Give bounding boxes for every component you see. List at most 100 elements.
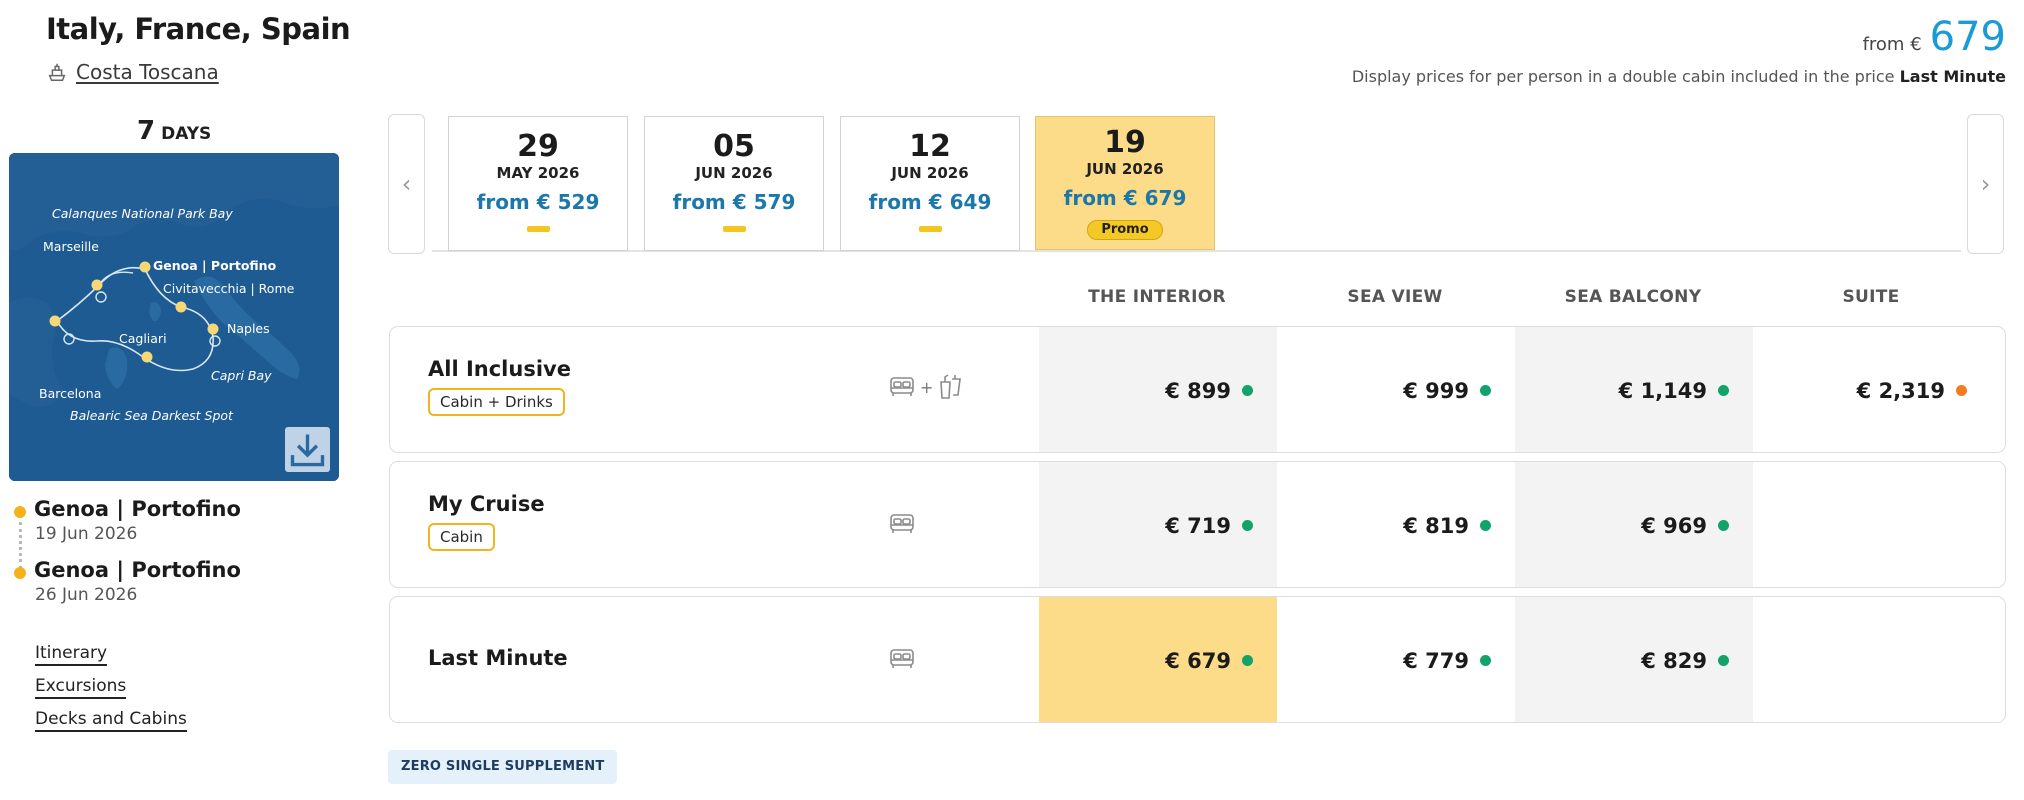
departure-port-name: Genoa | Portofino <box>34 497 241 521</box>
cabin-price: € 969 <box>1641 513 1707 538</box>
map-download-button[interactable] <box>285 427 330 472</box>
date-price: from € 649 <box>868 190 992 214</box>
availability-dot <box>1480 655 1491 666</box>
price-cell-sea-balcony[interactable]: € 969 <box>1515 462 1753 587</box>
duration-number: 7 <box>137 116 156 146</box>
link-decks-and-cabins[interactable]: Decks and Cabins <box>35 709 187 732</box>
price-cell-interior[interactable]: € 719 <box>1039 462 1277 587</box>
date-price: from € 579 <box>672 190 796 214</box>
carousel-prev-button[interactable]: ‹ <box>388 114 425 254</box>
date-month: MAY 2026 <box>496 164 580 182</box>
map-label-civitavecchia: Civitavecchia | Rome <box>163 281 295 296</box>
cabin-price: € 829 <box>1641 648 1707 673</box>
bed-icon <box>890 514 914 533</box>
download-icon <box>290 434 325 467</box>
date-card[interactable]: 12 JUN 2026 from € 649 <box>840 116 1020 251</box>
itinerary-map[interactable]: Calanques National Park Bay Marseille Ge… <box>9 153 339 481</box>
bed-icon <box>890 377 914 396</box>
price-cell-sea-view[interactable]: € 819 <box>1277 462 1515 587</box>
date-card[interactable]: 05 JUN 2026 from € 579 <box>644 116 824 251</box>
availability-dot <box>1480 385 1491 396</box>
date-day: 12 <box>909 129 951 164</box>
fare-badge: Cabin + Drinks <box>428 388 565 416</box>
price-cell-interior[interactable]: € 899 <box>1039 327 1277 452</box>
date-card-selected[interactable]: 19 JUN 2026 from € 679 Promo <box>1035 116 1215 250</box>
date-month: JUN 2026 <box>891 164 969 182</box>
fare-row-my-cruise: My Cruise Cabin € 719 € 819 € 969 <box>389 461 2006 588</box>
promo-badge: Promo <box>1087 220 1163 240</box>
cabin-price: € 999 <box>1403 378 1469 403</box>
map-marker-marseille <box>91 279 103 291</box>
zero-single-supplement-badge: ZERO SINGLE SUPPLEMENT <box>388 750 618 784</box>
availability-dot <box>1480 520 1491 531</box>
column-header-sea-balcony: SEA BALCONY <box>1564 287 1702 307</box>
date-month: JUN 2026 <box>695 164 773 182</box>
availability-dot <box>1242 655 1253 666</box>
column-header-interior: THE INTERIOR <box>1088 287 1226 307</box>
date-price: from € 529 <box>476 190 600 214</box>
price-cell-sea-view[interactable]: € 779 <box>1277 597 1515 722</box>
price-cell-interior-selected[interactable]: € 679 <box>1039 597 1277 722</box>
cabin-price: € 779 <box>1403 648 1469 673</box>
map-label-marseille: Marseille <box>43 239 99 254</box>
date-card[interactable]: 29 MAY 2026 from € 529 <box>448 116 628 251</box>
cabin-price: € 819 <box>1403 513 1469 538</box>
availability-dot <box>1718 520 1729 531</box>
fare-icons <box>888 647 916 671</box>
map-label-naples: Naples <box>227 321 270 336</box>
disclaimer-fare: Last Minute <box>1899 67 2006 86</box>
fare-badge: Cabin <box>428 523 495 551</box>
plus-sign: + <box>920 377 934 397</box>
departure-dot <box>14 506 26 518</box>
chevron-right-icon: › <box>1980 170 1991 198</box>
route-connector <box>19 522 22 569</box>
arrival-date: 26 Jun 2026 <box>35 585 138 605</box>
arrival-dot <box>14 567 26 579</box>
arrival-port-name: Genoa | Portofino <box>34 558 241 582</box>
fare-row-all-inclusive: All Inclusive Cabin + Drinks + € 899 € 9… <box>389 326 2006 453</box>
duration-unit: DAYS <box>161 124 212 144</box>
fare-name: Last Minute <box>428 646 568 670</box>
price-cell-suite-empty <box>1753 462 1991 587</box>
date-indicator <box>722 226 746 232</box>
bed-icon <box>890 649 914 668</box>
disclaimer-text: Display prices for per person in a doubl… <box>1351 67 1895 86</box>
fare-icons: + <box>888 373 963 401</box>
map-label-barcelona: Barcelona <box>39 386 101 401</box>
price-disclaimer: Display prices for per person in a doubl… <box>1352 67 2006 86</box>
availability-dot <box>1242 520 1253 531</box>
fare-name: My Cruise <box>428 492 545 516</box>
price-cell-sea-balcony[interactable]: € 1,149 <box>1515 327 1753 452</box>
map-marker-genoa <box>139 261 151 273</box>
date-day: 19 <box>1104 125 1146 160</box>
lowest-price: 679 <box>1929 14 2006 60</box>
link-excursions[interactable]: Excursions <box>35 676 127 699</box>
price-cell-suite-empty <box>1753 597 1991 722</box>
fare-name: All Inclusive <box>428 357 571 381</box>
cruise-title: Italy, France, Spain <box>46 12 351 46</box>
map-marker-naples <box>207 323 219 335</box>
map-label-calanques: Calanques National Park Bay <box>52 206 233 221</box>
link-itinerary[interactable]: Itinerary <box>35 643 108 666</box>
column-header-sea-view: SEA VIEW <box>1347 287 1443 307</box>
date-indicator <box>526 226 550 232</box>
availability-dot <box>1718 655 1729 666</box>
cabin-price: € 679 <box>1165 648 1231 673</box>
drinks-icon <box>940 374 962 399</box>
map-label-genoa: Genoa | Portofino <box>153 258 277 273</box>
ship-link[interactable]: Costa Toscana <box>46 60 219 84</box>
cabin-price: € 2,319 <box>1856 378 1945 403</box>
availability-dot <box>1956 385 1967 396</box>
departure-date: 19 Jun 2026 <box>35 524 138 544</box>
ship-name[interactable]: Costa Toscana <box>76 60 219 84</box>
price-cell-suite[interactable]: € 2,319 <box>1753 327 1991 452</box>
price-cell-sea-view[interactable]: € 999 <box>1277 327 1515 452</box>
carousel-next-button[interactable]: › <box>1967 114 2004 254</box>
price-cell-sea-balcony[interactable]: € 829 <box>1515 597 1753 722</box>
column-header-suite: SUITE <box>1842 287 1900 307</box>
map-label-capri: Capri Bay <box>211 368 272 383</box>
fare-row-last-minute: Last Minute € 679 € 779 € 829 <box>389 596 2006 723</box>
ship-icon <box>48 63 66 81</box>
cabin-price: € 1,149 <box>1618 378 1707 403</box>
cabin-price: € 719 <box>1165 513 1231 538</box>
